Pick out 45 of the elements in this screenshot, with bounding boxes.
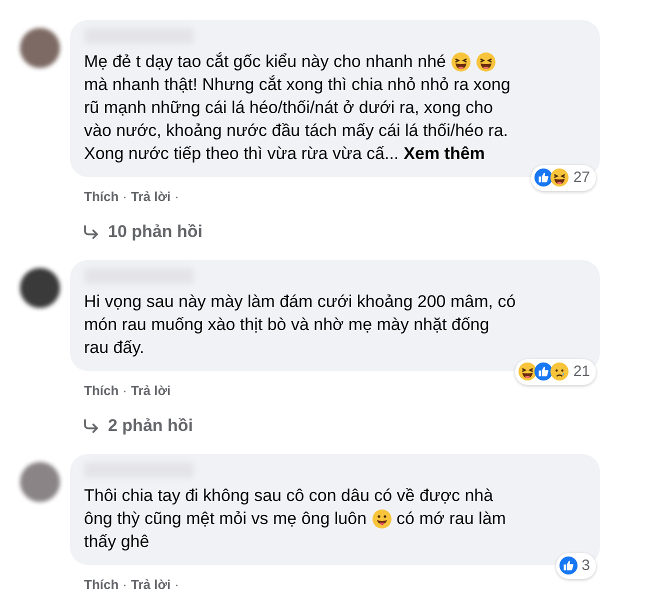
comment-text: có mớ rau làm: [396, 508, 506, 530]
sad-reaction-icon: [550, 362, 570, 382]
action-link[interactable]: Thích: [84, 577, 119, 592]
reaction-count: 27: [573, 168, 590, 188]
comment-text: ông thỳ cũng mệt mỏi vs mẹ ông luôn: [84, 508, 367, 530]
laughing-reaction-icon: [550, 168, 570, 188]
separator-dot: ·: [174, 189, 179, 204]
action-link[interactable]: Thích: [84, 189, 119, 204]
comment-text: Thôi chia tay đi không sau cô con dâu có về được nhà: [84, 485, 494, 507]
replies-link[interactable]: 2 phản hồi: [82, 416, 600, 436]
see-more-link[interactable]: Xem thêm: [404, 142, 485, 165]
reaction-summary[interactable]: 27: [531, 164, 596, 191]
reply-arrow-icon: [82, 223, 100, 241]
separator-dot: ·: [122, 577, 128, 592]
reaction-summary[interactable]: 21: [515, 358, 596, 385]
like-reaction-icon: [534, 362, 554, 382]
separator-dot: ·: [174, 577, 179, 592]
separator-dot: ·: [122, 189, 128, 204]
comment-text: rũ mạnh những cái lá héo/thối/nát ở dưới ra, xong cho: [84, 97, 493, 119]
comment-text: Hi vọng sau này mày làm đám cưới khoảng 200 mâm, có: [84, 291, 516, 313]
laughing-emoji-icon: [450, 52, 471, 72]
avatar[interactable]: [20, 28, 60, 68]
laughing-reaction-icon: [518, 362, 538, 382]
tongue-emoji-icon: [372, 508, 392, 528]
comment-text: mà nhanh thật! Nhưng cắt xong thì chia nhỏ nhỏ ra xong: [84, 74, 510, 96]
replies-link[interactable]: 10 phản hồi: [82, 222, 600, 242]
avatar[interactable]: [20, 268, 60, 308]
reaction-count: 3: [582, 556, 590, 576]
like-reaction-icon: [534, 168, 554, 188]
action-link[interactable]: Trả lời: [131, 577, 171, 592]
action-link[interactable]: Thích: [84, 383, 119, 398]
reaction-summary[interactable]: 3: [556, 552, 596, 579]
comment-text: rau đấy.: [84, 337, 144, 359]
comment-text: Xong nước tiếp theo thì vừa rừa vừa cấ...: [84, 143, 399, 165]
like-reaction-icon: [558, 556, 578, 576]
comment-text: vào nước, khoảng nước đầu tách mấy cái lá thối/héo ra.: [84, 120, 508, 142]
action-link[interactable]: Trả lời: [131, 383, 171, 398]
laughing-emoji-icon: [476, 52, 496, 72]
comment-text: thấy ghê: [84, 531, 150, 553]
reaction-count: 21: [573, 362, 590, 382]
comment-text: Mẹ đẻ t dạy tao cắt gốc kiểu này cho nhanh nhé: [84, 51, 446, 73]
reply-arrow-icon: [82, 417, 100, 435]
action-link[interactable]: Trả lời: [131, 189, 171, 204]
comment-text: món rau muống xào thịt bò và nhờ mẹ mày nhặt đống: [84, 314, 490, 336]
separator-dot: ·: [122, 383, 128, 398]
